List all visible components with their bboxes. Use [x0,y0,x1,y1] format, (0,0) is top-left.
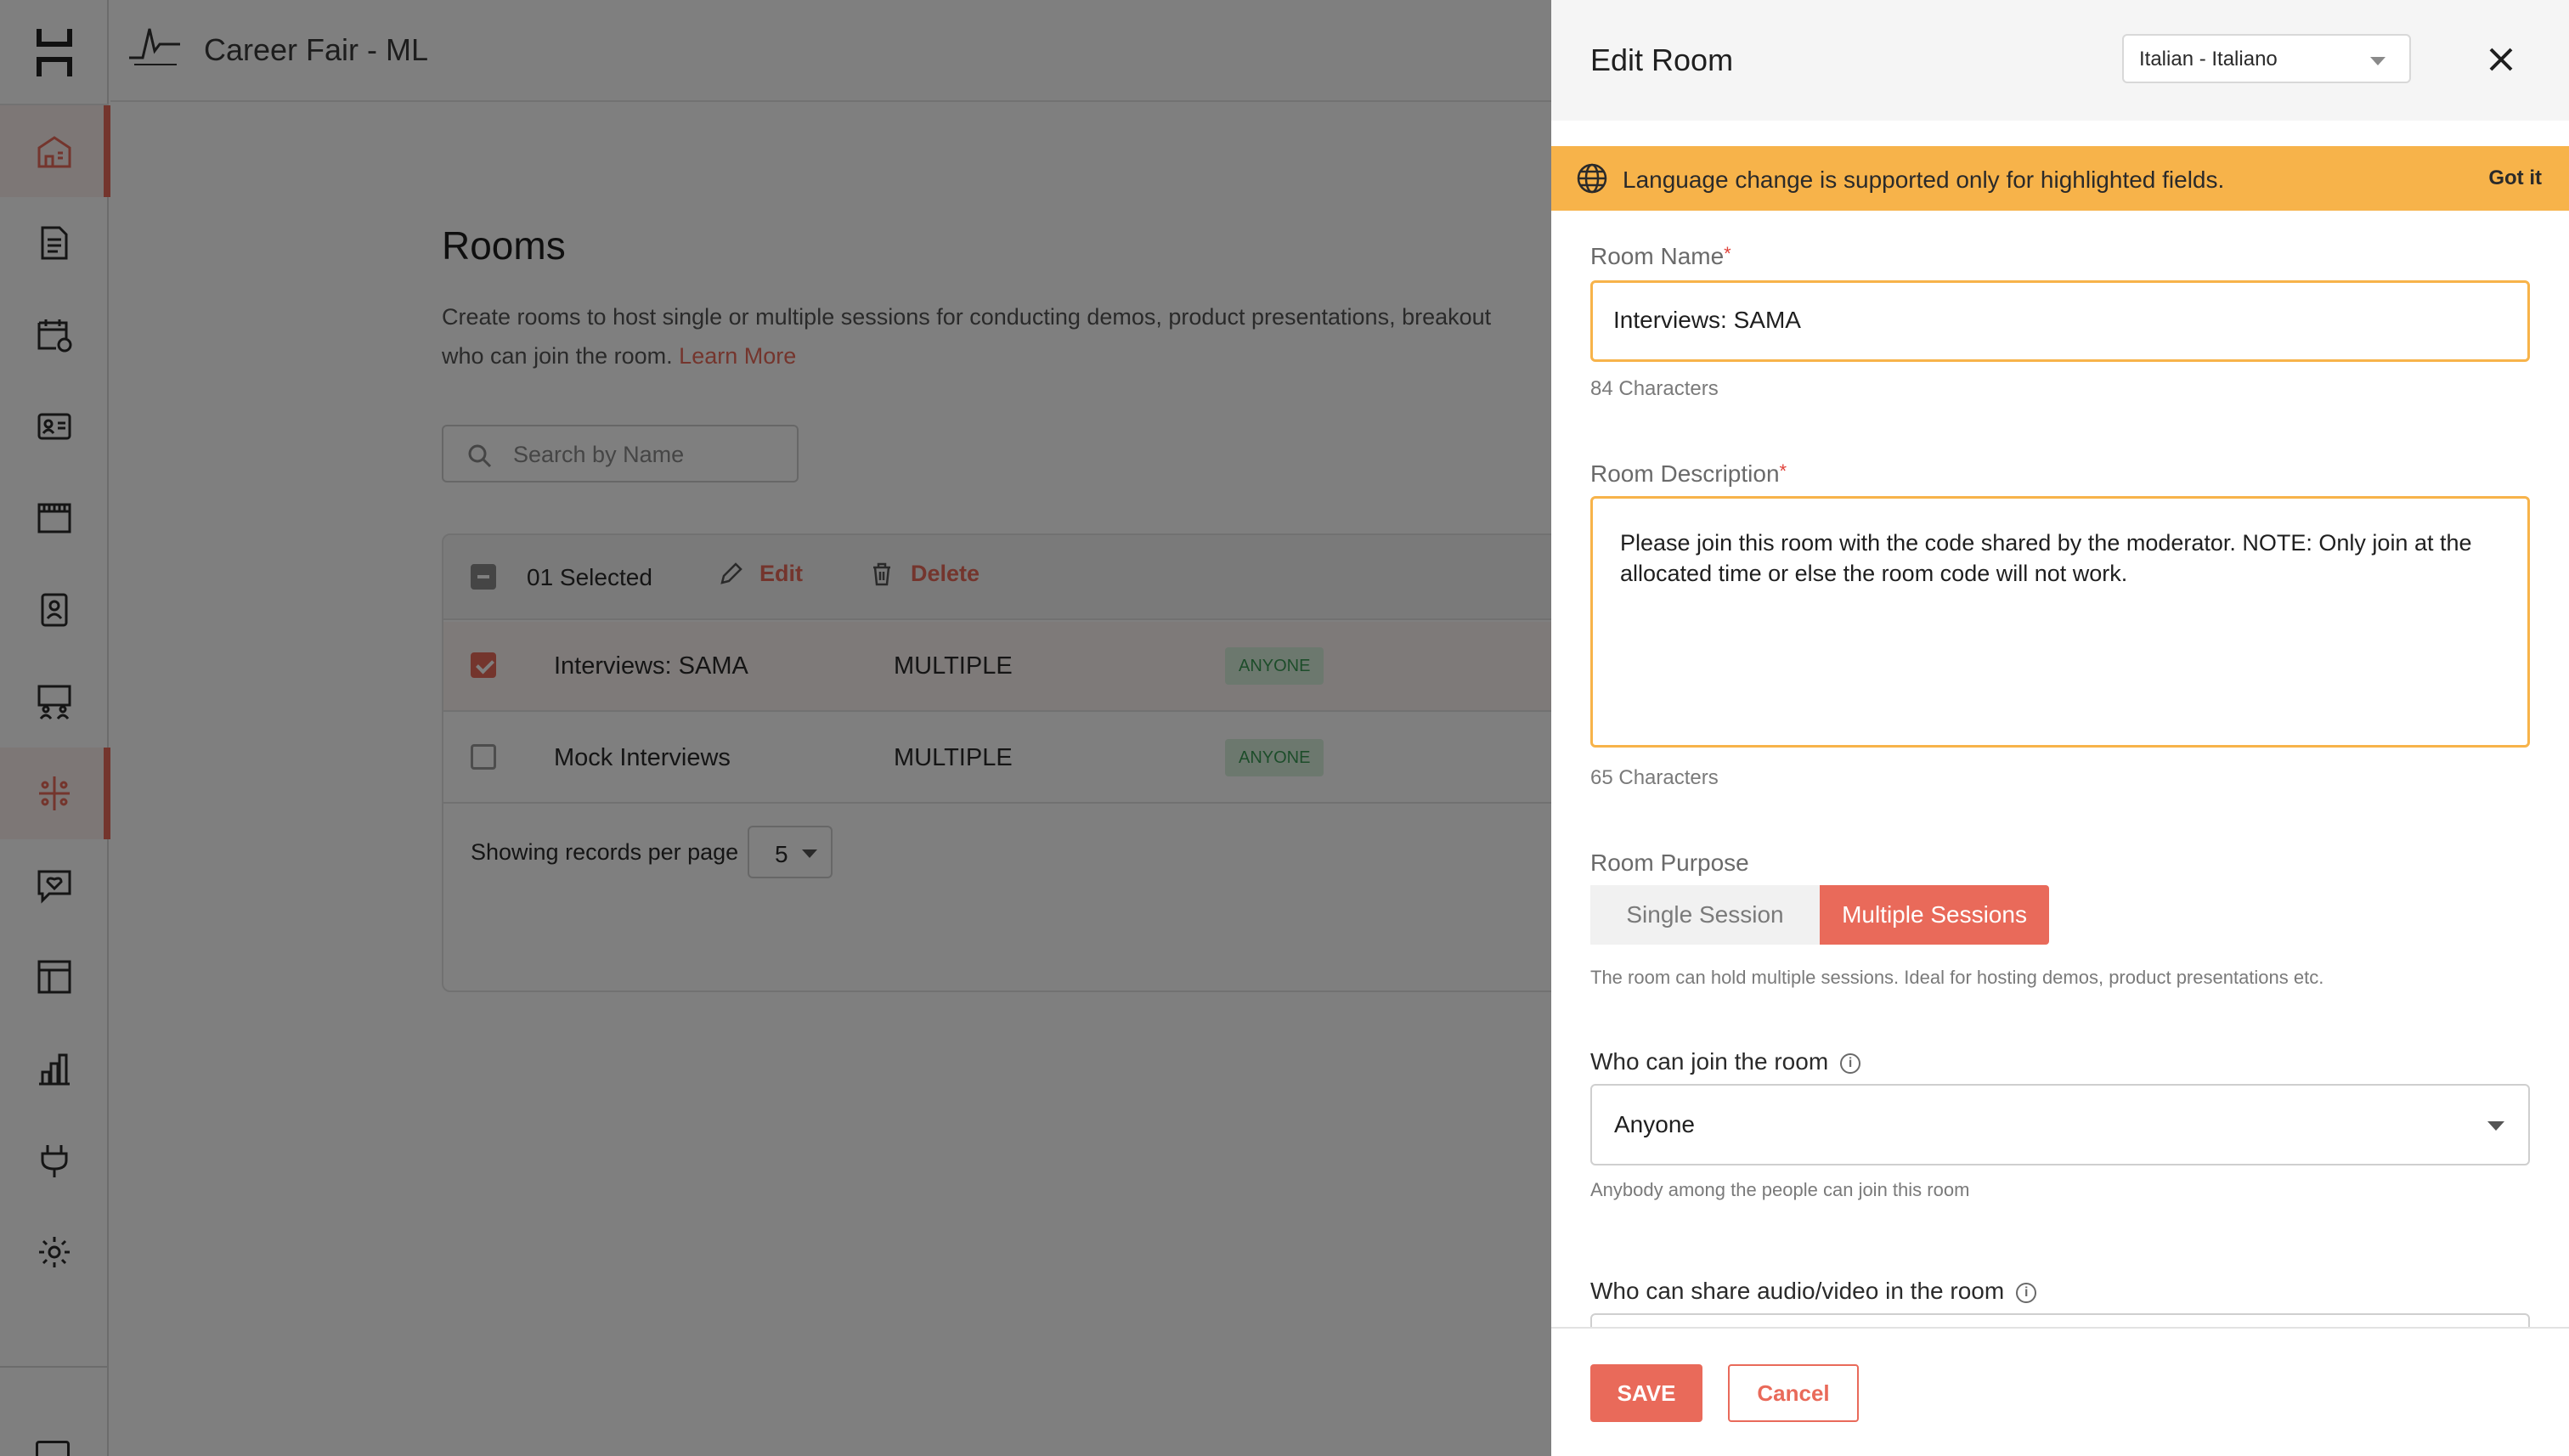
chevron-down-icon [2487,1121,2504,1131]
notice-message: Language change is supported only for hi… [1623,166,2225,193]
who-can-join-value: Anyone [1614,1111,1695,1137]
drawer-title: Edit Room [1590,42,1734,77]
room-name-label-text: Room Name [1590,243,1725,269]
save-button[interactable]: SAVE [1590,1364,1702,1422]
who-can-join-hint: Anybody among the people can join this r… [1590,1179,1970,1200]
room-purpose-hint: The room can hold multiple sessions. Ide… [1590,967,2324,988]
chevron-down-icon [2370,57,2386,65]
cancel-button[interactable]: Cancel [1728,1364,1859,1422]
edit-room-drawer: Edit Room Italian - Italiano Language ch… [1551,0,2569,1456]
info-icon[interactable]: i [1840,1052,1861,1074]
who-can-join-label: Who can join the room i [1590,1048,1861,1075]
room-name-value: Interviews: SAMA [1613,307,1801,333]
single-session-option[interactable]: Single Session [1590,885,1820,945]
room-name-input[interactable]: Interviews: SAMA [1590,280,2530,362]
info-icon[interactable]: i [2016,1282,2037,1303]
room-description-label-text: Room Description [1590,460,1780,487]
language-select[interactable]: Italian - Italiano [2122,34,2411,83]
who-can-share-label-text: Who can share audio/video in the room [1590,1278,2005,1304]
multiple-sessions-option[interactable]: Multiple Sessions [1820,885,2049,945]
room-name-char-count: 84 Characters [1590,377,1719,400]
room-name-label: Room Name* [1590,243,1731,270]
room-description-char-count: 65 Characters [1590,766,1719,789]
drawer-form: Room Name* Interviews: SAMA 84 Character… [1551,211,2569,1327]
who-can-share-label: Who can share audio/video in the room i [1590,1278,2037,1305]
modal-backdrop[interactable] [0,0,1551,1456]
drawer-footer: SAVE Cancel [1551,1327,2569,1456]
required-marker: * [1779,460,1787,482]
room-description-label: Room Description* [1590,460,1787,488]
who-can-join-select[interactable]: Anyone [1590,1084,2530,1165]
who-can-join-label-text: Who can join the room [1590,1048,1829,1075]
drawer-header: Edit Room Italian - Italiano [1551,0,2569,121]
language-notice-banner: Language change is supported only for hi… [1551,146,2569,211]
required-marker: * [1724,243,1731,264]
room-description-value: Please join this room with the code shar… [1620,530,2472,586]
room-purpose-label: Room Purpose [1590,849,1749,876]
close-icon[interactable] [2486,44,2516,75]
language-value: Italian - Italiano [2139,48,2278,71]
got-it-button[interactable]: Got it [2488,166,2542,190]
who-can-share-select[interactable] [1590,1313,2530,1327]
globe-icon [1577,163,1607,194]
room-description-textarea[interactable]: Please join this room with the code shar… [1590,496,2530,748]
